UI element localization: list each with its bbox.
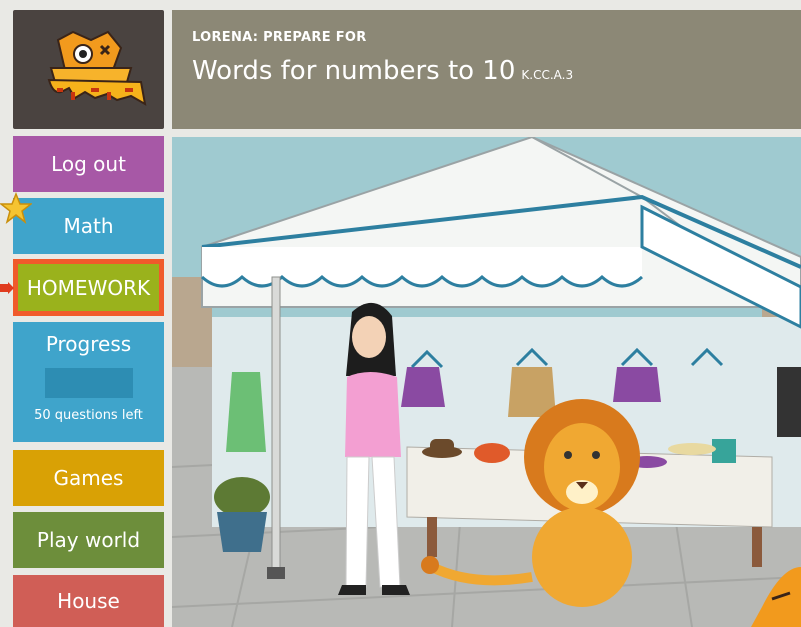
homework-label: HOMEWORK xyxy=(26,275,151,300)
arrow-icon xyxy=(0,282,14,294)
games-button[interactable]: Games xyxy=(13,450,164,506)
house-button[interactable]: House xyxy=(13,575,164,627)
sidebar: Log out Math HOMEWORK Progress 50 questi… xyxy=(0,0,172,627)
prepare-label: LORENA: PREPARE FOR xyxy=(192,30,367,45)
star-icon xyxy=(0,192,32,224)
homework-button[interactable]: HOMEWORK xyxy=(13,259,164,316)
progress-bar xyxy=(44,368,133,398)
sumdog-logo[interactable] xyxy=(13,10,164,129)
scene-artwork xyxy=(172,137,801,627)
play-world-button[interactable]: Play world xyxy=(13,512,164,568)
standard-code: K.CC.A.3 xyxy=(521,68,574,82)
questions-left-label: 50 questions left xyxy=(34,408,143,423)
house-label: House xyxy=(57,589,120,613)
play-world-label: Play world xyxy=(36,528,141,552)
progress-panel[interactable]: Progress 50 questions left xyxy=(13,322,164,442)
math-label: Math xyxy=(63,214,114,238)
play-scene[interactable] xyxy=(172,137,801,627)
page-header: LORENA: PREPARE FOR Words for numbers to… xyxy=(172,10,801,129)
page-title-text: Words for numbers to 10 xyxy=(192,56,516,86)
homework-inner: HOMEWORK xyxy=(18,264,159,311)
logout-label: Log out xyxy=(51,152,126,176)
logout-button[interactable]: Log out xyxy=(13,136,164,192)
math-button[interactable]: Math xyxy=(13,198,164,254)
progress-label: Progress xyxy=(45,332,132,356)
games-label: Games xyxy=(53,466,124,490)
page-title: Words for numbers to 10 K.CC.A.3 xyxy=(192,56,573,86)
